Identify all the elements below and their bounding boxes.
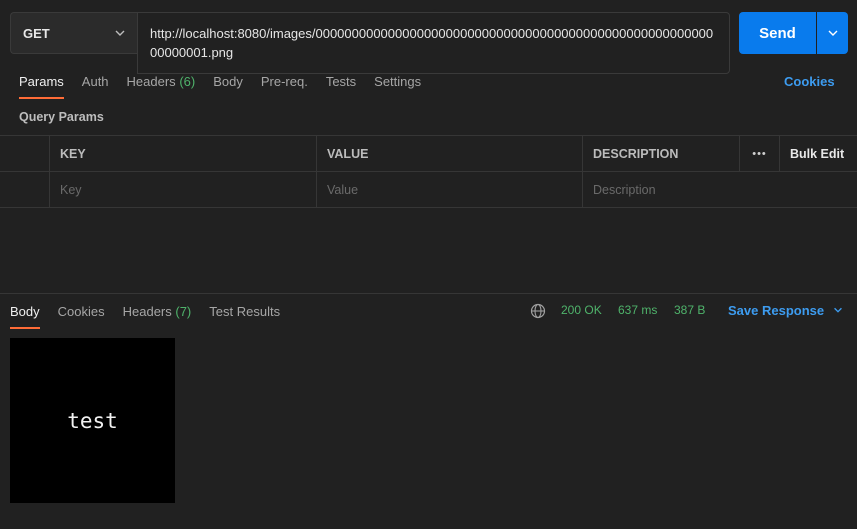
response-tab-cookies[interactable]: Cookies — [58, 303, 105, 329]
response-tab-headers[interactable]: Headers (7) — [123, 303, 192, 329]
response-size[interactable]: 387 B — [674, 303, 705, 317]
globe-icon[interactable] — [530, 303, 546, 319]
tab-tests[interactable]: Tests — [326, 73, 356, 99]
query-params-table: KEY VALUE DESCRIPTION ••• Bulk Edit Key … — [0, 135, 857, 208]
response-tab-body[interactable]: Body — [10, 303, 40, 329]
response-time[interactable]: 637 ms — [618, 303, 657, 317]
response-image-preview: test — [10, 338, 175, 503]
tab-body[interactable]: Body — [213, 73, 243, 99]
chevron-down-icon — [828, 30, 837, 36]
tab-params[interactable]: Params — [19, 73, 64, 99]
query-params-title: Query Params — [19, 110, 104, 124]
value-input[interactable]: Value — [316, 172, 582, 208]
status-code[interactable]: 200 OK — [561, 303, 602, 317]
key-input[interactable]: Key — [49, 172, 316, 208]
response-tabs: Body Cookies Headers (7) Test Results — [10, 303, 280, 329]
send-button[interactable]: Send — [739, 12, 816, 54]
save-response-button[interactable]: Save Response — [728, 303, 844, 318]
request-tabs: Params Auth Headers (6) Body Pre-req. Te… — [19, 73, 421, 99]
cookies-link[interactable]: Cookies — [784, 74, 835, 89]
table-header-row: KEY VALUE DESCRIPTION ••• Bulk Edit — [0, 136, 857, 172]
description-header: DESCRIPTION — [593, 147, 679, 161]
more-options-button[interactable]: ••• — [739, 136, 779, 172]
chevron-down-icon — [833, 307, 842, 313]
tab-auth[interactable]: Auth — [82, 73, 109, 99]
more-icon: ••• — [752, 148, 767, 160]
bulk-edit-button[interactable]: Bulk Edit — [779, 136, 857, 172]
description-input[interactable]: Description — [582, 172, 857, 208]
url-input[interactable]: http://localhost:8080/images/00000000000… — [137, 12, 730, 74]
tab-headers[interactable]: Headers (6) — [127, 73, 196, 99]
preview-text: test — [67, 408, 118, 433]
response-tab-test-results[interactable]: Test Results — [209, 303, 280, 329]
headers-count: (6) — [179, 74, 196, 89]
tab-settings[interactable]: Settings — [374, 73, 421, 99]
response-headers-count: (7) — [175, 304, 192, 319]
method-select[interactable]: GET — [10, 12, 137, 54]
send-options-button[interactable] — [817, 12, 848, 54]
value-header: VALUE — [327, 147, 369, 161]
chevron-down-icon — [115, 30, 125, 36]
method-label: GET — [23, 25, 50, 41]
key-header: KEY — [60, 147, 86, 161]
table-row: Key Value Description — [0, 172, 857, 208]
pane-divider[interactable] — [0, 293, 857, 294]
tab-pre-request[interactable]: Pre-req. — [261, 73, 308, 99]
